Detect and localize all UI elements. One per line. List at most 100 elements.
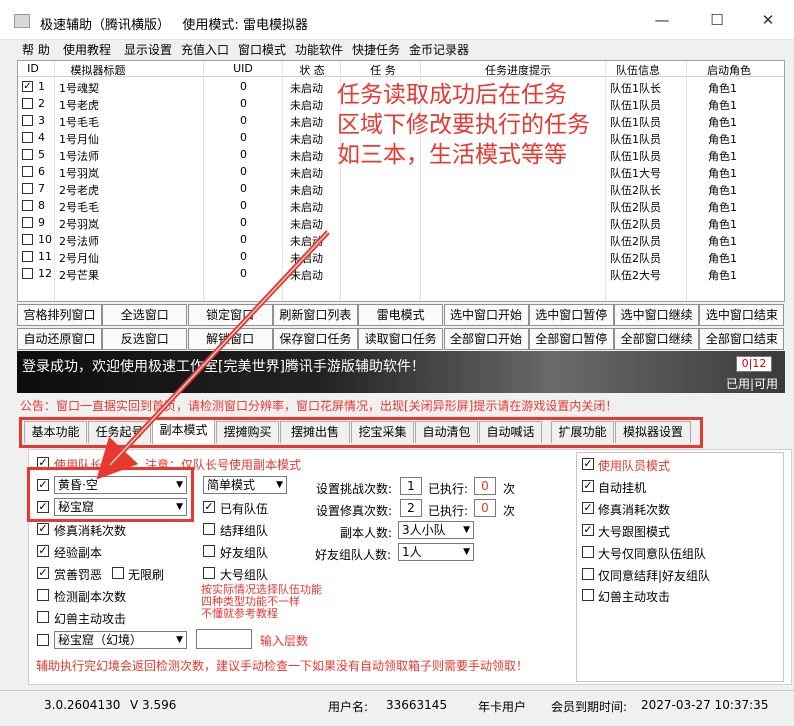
row-checkbox[interactable] xyxy=(22,268,33,279)
menu-coin-log[interactable]: 金币记录器 xyxy=(409,41,469,58)
illusion-checkbox[interactable] xyxy=(37,634,49,646)
close-icon[interactable]: ✕ xyxy=(758,10,778,30)
buttons_row1-6-button[interactable]: 选中窗口暂停 xyxy=(528,304,614,326)
detect-count-checkbox[interactable] xyxy=(37,589,49,601)
row-checkbox[interactable] xyxy=(22,132,33,143)
buttons_row1-5-button[interactable]: 选中窗口开始 xyxy=(443,304,529,326)
row-checkbox[interactable] xyxy=(22,217,33,228)
big-follow-checkbox[interactable]: ✓ xyxy=(582,524,594,536)
row-role: 角色1 xyxy=(708,218,737,231)
row-checkbox[interactable] xyxy=(22,251,33,262)
has-team-checkbox[interactable]: ✓ xyxy=(203,501,215,513)
row-checkbox[interactable] xyxy=(22,166,33,177)
illusion-select[interactable]: 秘宝窟（幻境） ▼ xyxy=(54,631,187,649)
friend-team-checkbox[interactable] xyxy=(203,545,215,557)
people-value: 3人小队 xyxy=(402,523,446,537)
buttons_row1-4-button[interactable]: 雷电模式 xyxy=(358,304,444,326)
agree-friends-checkbox[interactable] xyxy=(582,568,594,580)
buttons_row2-7-button[interactable]: 全部窗口继续 xyxy=(614,328,700,350)
exp-dungeon-label: 经验副本 xyxy=(54,546,103,560)
friend-people-label: 好友组队人数: xyxy=(315,548,392,562)
buttons_row2-0-button[interactable]: 自动还原窗口 xyxy=(17,328,102,350)
table-row[interactable]: 12 2号芒果 0 未启动 队伍2大号 角色1 xyxy=(18,265,784,282)
agree-friends-label: 仅同意结拜|好友组队 xyxy=(598,569,711,583)
row-checkbox[interactable] xyxy=(22,183,33,194)
menu-tutorial[interactable]: 使用教程 xyxy=(63,41,111,58)
repair-consume-checkbox[interactable]: ✓ xyxy=(37,523,49,535)
row-uid: 0 xyxy=(240,233,247,246)
buttons_row2-3-button[interactable]: 保存窗口任务 xyxy=(272,328,358,350)
repair-label: 设置修真次数: xyxy=(316,504,393,518)
row-title: 2号法师 xyxy=(59,235,99,248)
buttons_row2-8-button[interactable]: 全部窗口结束 xyxy=(699,328,785,350)
challenge-exec-input[interactable]: 0 xyxy=(474,477,496,495)
challenge-input[interactable]: 1 xyxy=(400,477,422,495)
table-row[interactable]: 8 2号毛毛 0 未启动 队伍2队员 角色1 xyxy=(18,197,784,214)
buttons_row1-8-button[interactable]: 选中窗口结束 xyxy=(699,304,785,326)
table-row[interactable]: 9 2号羽岚 0 未启动 队伍2队员 角色1 xyxy=(18,214,784,231)
menu-quick-task[interactable]: 快捷任务 xyxy=(352,41,400,58)
repair-exec-input[interactable]: 0 xyxy=(474,499,496,517)
chevron-down-icon: ▼ xyxy=(276,480,283,490)
row-checkbox[interactable] xyxy=(22,200,33,211)
buttons_row1-3-button[interactable]: 刷新窗口列表 xyxy=(272,304,358,326)
buttons_row1-2-button[interactable]: 锁定窗口 xyxy=(187,304,273,326)
row-checkbox[interactable] xyxy=(22,98,33,109)
annotation-line-1: 任务读取成功后在任务 xyxy=(337,82,567,108)
reward-checkbox[interactable]: ✓ xyxy=(37,567,49,579)
member-pet-checkbox[interactable] xyxy=(582,589,594,601)
row-role: 角色1 xyxy=(708,150,737,163)
menu-help[interactable]: 帮 助 xyxy=(22,41,50,58)
row-checkbox[interactable] xyxy=(22,115,33,126)
auto-hangup-checkbox[interactable]: ✓ xyxy=(582,480,594,492)
row-checkbox[interactable] xyxy=(22,234,33,245)
row-checkbox[interactable] xyxy=(22,149,33,160)
buttons_row2-2-button[interactable]: 解锁窗口 xyxy=(187,328,273,350)
menu-software[interactable]: 功能软件 xyxy=(295,41,343,58)
chevron-down-icon: ▼ xyxy=(176,635,183,645)
menu-window-mode[interactable]: 窗口模式 xyxy=(238,41,286,58)
maximize-icon[interactable]: ☐ xyxy=(707,10,727,30)
member-repair-checkbox[interactable]: ✓ xyxy=(582,502,594,514)
buttons_row2-5-button[interactable]: 全部窗口开始 xyxy=(443,328,529,350)
big-team-checkbox[interactable] xyxy=(203,567,215,579)
row-team: 队伍1队员 xyxy=(610,150,661,163)
difficulty-select[interactable]: 简单模式 ▼ xyxy=(203,476,287,494)
friend-people-select[interactable]: 1人 ▼ xyxy=(398,543,474,561)
member-mode-checkbox[interactable]: ✓ xyxy=(582,458,594,470)
row-role: 角色1 xyxy=(708,269,737,282)
minimize-icon[interactable]: — xyxy=(652,10,672,30)
buttons_row1-7-button[interactable]: 选中窗口继续 xyxy=(614,304,700,326)
buttons_row1-0-button[interactable]: 宫格排列窗口 xyxy=(17,304,102,326)
big-agree-checkbox[interactable] xyxy=(582,546,594,558)
people-select[interactable]: 3人小队 ▼ xyxy=(398,521,474,539)
row-uid: 0 xyxy=(240,165,247,178)
col-id: ID xyxy=(27,62,39,75)
buttons_row2-6-button[interactable]: 全部窗口暂停 xyxy=(528,328,614,350)
plan-label: 年卡用户 xyxy=(478,700,527,714)
row-id: 10 xyxy=(38,233,52,246)
row-status: 未启动 xyxy=(290,99,323,112)
exp-dungeon-checkbox[interactable]: ✓ xyxy=(37,545,49,557)
row-checkbox[interactable]: ✓ xyxy=(22,81,33,92)
menu-display[interactable]: 显示设置 xyxy=(124,41,172,58)
window-counter: 0|12 xyxy=(736,356,772,372)
buttons_row2-1-button[interactable]: 反选窗口 xyxy=(102,328,188,350)
form-team-label: 结拜组队 xyxy=(220,524,269,538)
big-team-label: 大号组队 xyxy=(220,568,269,582)
table-row[interactable]: 10 2号法师 0 未启动 队伍2队员 角色1 xyxy=(18,231,784,248)
unlimited-checkbox[interactable] xyxy=(112,567,124,579)
row-id: 3 xyxy=(38,114,45,127)
table-row[interactable]: 7 2号老虎 0 未启动 队伍2队长 角色1 xyxy=(18,180,784,197)
row-role: 角色1 xyxy=(708,99,737,112)
challenge-times: 次 xyxy=(503,482,516,496)
floors-input[interactable] xyxy=(196,629,252,649)
row-id: 8 xyxy=(38,199,45,212)
repair-input[interactable]: 2 xyxy=(400,499,422,517)
form-team-checkbox[interactable] xyxy=(203,523,215,535)
table-row[interactable]: 11 2号月仙 0 未启动 队伍2队员 角色1 xyxy=(18,248,784,265)
buttons_row2-4-button[interactable]: 读取窗口任务 xyxy=(358,328,444,350)
buttons_row1-1-button[interactable]: 全选窗口 xyxy=(102,304,188,326)
menu-recharge[interactable]: 充值入口 xyxy=(181,41,229,58)
pet-attack-checkbox[interactable] xyxy=(37,611,49,623)
